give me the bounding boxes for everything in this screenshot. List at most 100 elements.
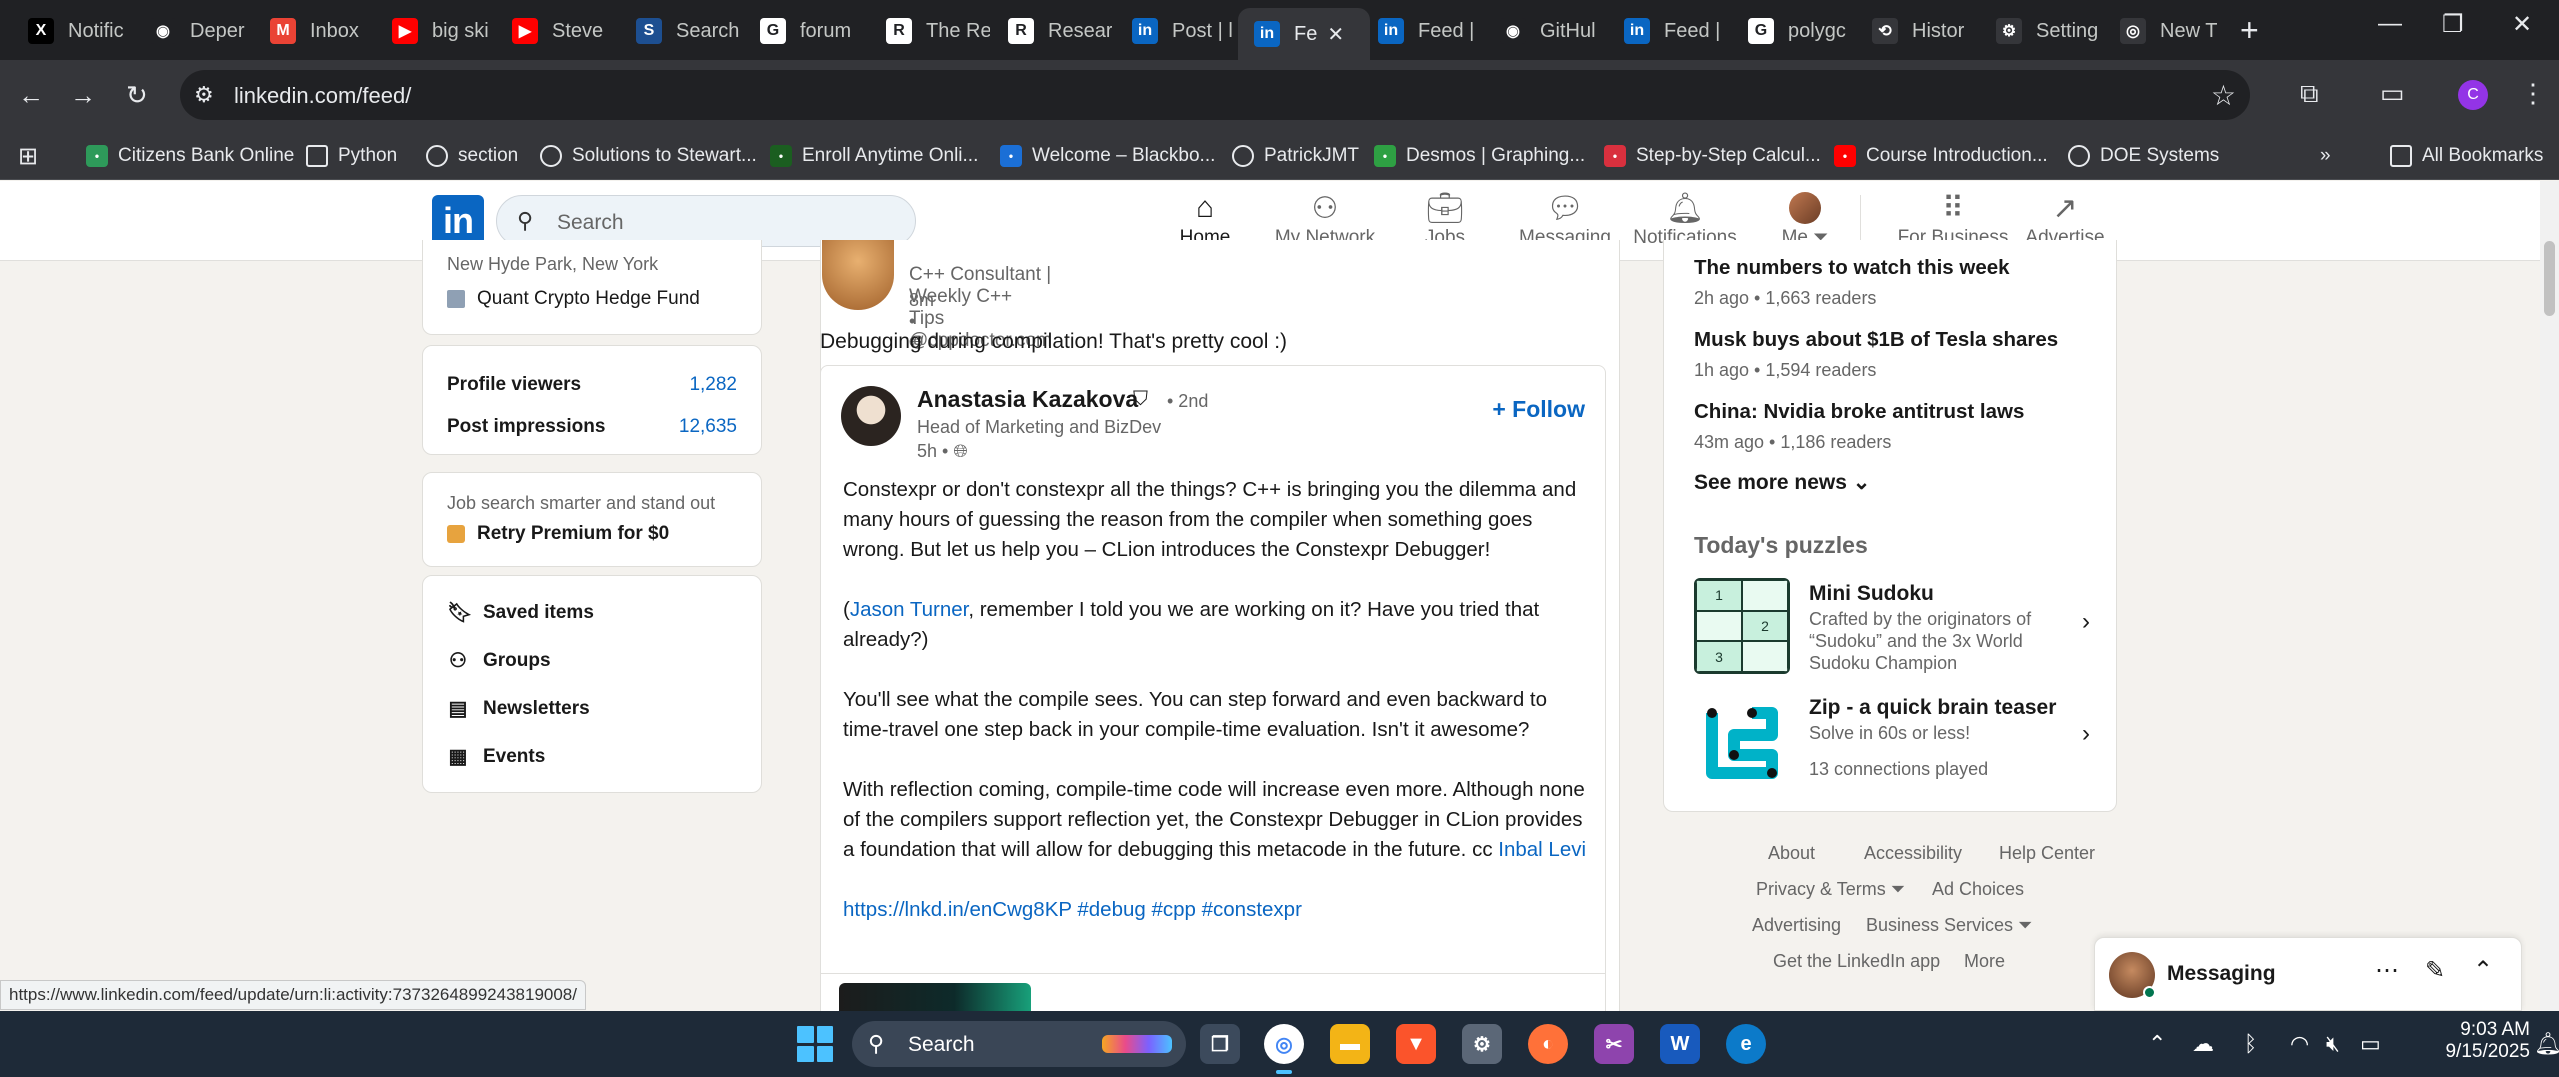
url-text[interactable]: linkedin.com/feed/ [234, 83, 411, 109]
more-bookmarks-icon[interactable]: » [2320, 132, 2331, 180]
puzzle-title[interactable]: Zip - a quick brain teaser [1809, 696, 2056, 720]
forward-icon[interactable]: → [70, 80, 96, 111]
mention-link[interactable]: Inbal Levi [1498, 838, 1586, 861]
chevron-up-icon[interactable]: ⌃ [2473, 956, 2493, 985]
battery-icon[interactable]: ▭ [2360, 1031, 2381, 1057]
bluetooth-icon[interactable]: ᛒ [2244, 1031, 2257, 1057]
site-info-icon[interactable]: ⚙ [194, 82, 214, 108]
file-explorer-icon[interactable]: ▬ [1330, 1024, 1370, 1064]
news-item-title[interactable]: China: Nvidia broke antitrust laws [1694, 400, 2024, 424]
edge-icon[interactable]: e [1726, 1024, 1766, 1064]
reload-icon[interactable]: ↻ [126, 80, 148, 111]
profile-company[interactable]: Quant Crypto Hedge Fund [447, 288, 700, 310]
news-item-title[interactable]: Musk buys about $1B of Tesla shares [1694, 328, 2058, 352]
author-avatar[interactable] [822, 240, 894, 310]
bookmark-item[interactable]: • Desmos | Graphing... [1374, 132, 1585, 180]
page-scrollbar[interactable] [2540, 181, 2559, 1011]
bookmark-item[interactable]: section [426, 132, 518, 180]
bookmark-item[interactable]: Python [306, 132, 397, 180]
vscode-icon[interactable]: ✂ [1594, 1024, 1634, 1064]
compose-icon[interactable]: ✎ [2425, 956, 2445, 985]
events-link[interactable]: ▦ Events [447, 744, 546, 769]
follow-button[interactable]: + Follow [1492, 396, 1585, 423]
browser-tab[interactable]: in Feed | [1378, 8, 1482, 54]
bookmark-star-icon[interactable]: ☆ [2211, 79, 2236, 112]
back-icon[interactable]: ← [18, 80, 44, 111]
bookmark-item[interactable]: Solutions to Stewart... [540, 132, 757, 180]
chevron-up-icon[interactable]: ⌃ [2148, 1031, 2166, 1057]
chevron-right-icon[interactable]: › [2082, 608, 2090, 636]
zip-puzzle-thumbnail[interactable] [1694, 695, 1790, 791]
chevron-right-icon[interactable]: › [2082, 720, 2090, 748]
bookmark-item[interactable]: • Welcome – Blackbo... [1000, 132, 1215, 180]
messaging-overlay[interactable]: Messaging ⋯ ✎ ⌃ [2094, 937, 2522, 1011]
browser-tab[interactable]: R The Re [886, 8, 990, 54]
bookmark-item[interactable]: • Citizens Bank Online [86, 132, 294, 180]
groups-link[interactable]: ⚇ Groups [447, 648, 551, 673]
footer-app-link[interactable]: Get the LinkedIn app [1773, 951, 1940, 972]
mini-sudoku-thumbnail[interactable]: 1 2 3 [1694, 578, 1790, 674]
browser-tab[interactable]: ◉ GitHul [1500, 8, 1604, 54]
profile-avatar[interactable]: C [2458, 80, 2488, 110]
browser-tab[interactable]: ⟲ Histor [1872, 8, 1976, 54]
post-impressions-row[interactable]: Post impressions 12,635 [447, 416, 737, 438]
browser-tab[interactable]: X Notific [28, 8, 132, 54]
task-view-icon[interactable]: ❐ [1200, 1024, 1240, 1064]
all-bookmarks-folder[interactable]: All Bookmarks [2390, 132, 2543, 180]
footer-accessibility-link[interactable]: Accessibility [1864, 843, 1962, 864]
browser-tab[interactable]: M Inbox [270, 8, 374, 54]
onedrive-icon[interactable]: ☁ [2192, 1031, 2214, 1057]
volume-muted-icon[interactable]: 🔇︎ [2326, 1031, 2340, 1057]
footer-more-link[interactable]: More [1964, 951, 2005, 972]
bookmark-item[interactable]: DOE Systems [2068, 132, 2219, 180]
apps-grid-icon[interactable]: ⊞ [18, 132, 38, 180]
new-tab-icon[interactable]: + [2240, 12, 2259, 49]
word-icon[interactable]: W [1660, 1024, 1700, 1064]
extensions-icon[interactable]: ⧉ [2300, 78, 2319, 110]
post-image-thumbnail[interactable] [839, 983, 1031, 1013]
cast-icon[interactable]: ▭ [2380, 78, 2405, 109]
address-bar[interactable]: ⚙ linkedin.com/feed/ ☆ [180, 70, 2250, 120]
close-window-icon[interactable]: ✕ [2512, 10, 2532, 39]
footer-adchoices-link[interactable]: Ad Choices [1932, 879, 2024, 900]
notifications-icon[interactable]: 🔔︎ [2534, 1031, 2559, 1057]
bookmark-item[interactable]: • Enroll Anytime Onli... [770, 132, 978, 180]
newsletters-link[interactable]: ▤ Newsletters [447, 696, 590, 721]
browser-tab[interactable]: ⚙ Setting [1996, 8, 2100, 54]
browser-tab[interactable]: in Feed | [1624, 8, 1728, 54]
browser-tab[interactable]: ◉ Deper [150, 8, 254, 54]
settings-taskbar-icon[interactable]: ⚙ [1462, 1024, 1502, 1064]
post-link-hashtags[interactable]: https://lnkd.in/enCwg8KP #debug #cpp #co… [843, 895, 1593, 925]
see-more-news-button[interactable]: See more news ⌄ [1694, 470, 1870, 495]
close-tab-icon[interactable]: ✕ [1327, 22, 1344, 47]
windows-start-icon[interactable] [797, 1026, 833, 1062]
more-options-icon[interactable]: ⋯ [2375, 956, 2399, 985]
footer-advertising-link[interactable]: Advertising [1752, 915, 1841, 936]
firefox-icon[interactable]: ◐ [1528, 1024, 1568, 1064]
premium-card[interactable]: Job search smarter and stand out Retry P… [422, 472, 762, 567]
shared-author-name[interactable]: Anastasia Kazakova [917, 386, 1138, 413]
bookmark-item[interactable]: PatrickJMT [1232, 132, 1359, 180]
shared-post[interactable]: Anastasia Kazakova ⛉ • 2nd Head of Marke… [820, 365, 1606, 1040]
profile-viewers-row[interactable]: Profile viewers 1,282 [447, 374, 737, 396]
browser-tab[interactable]: ▶ big ski [392, 8, 496, 54]
bookmark-item[interactable]: • Step-by-Step Calcul... [1604, 132, 1821, 180]
minimize-icon[interactable]: — [2378, 10, 2402, 38]
browser-tab[interactable]: ▶ Steve [512, 8, 616, 54]
browser-tab[interactable]: R Resear [1008, 8, 1112, 54]
taskbar-search[interactable]: ⚲ Search [852, 1021, 1186, 1067]
chrome-taskbar-icon[interactable]: ◎ [1264, 1024, 1304, 1074]
bookmark-item[interactable]: • Course Introduction... [1834, 132, 2048, 180]
browser-tab[interactable]: in Post | l [1132, 8, 1236, 54]
browser-tab[interactable]: in Fe ✕ [1238, 8, 1370, 60]
news-item-title[interactable]: The numbers to watch this week [1694, 256, 2010, 280]
puzzle-title[interactable]: Mini Sudoku [1809, 582, 1934, 606]
footer-business-link[interactable]: Business Services ⏷ [1866, 915, 2032, 936]
wifi-icon[interactable]: ◠ [2290, 1031, 2309, 1057]
footer-help-link[interactable]: Help Center [1999, 843, 2095, 864]
shared-author-avatar[interactable] [841, 386, 901, 446]
system-clock[interactable]: 9:03 AM 9/15/2025 [2440, 1019, 2530, 1063]
footer-privacy-link[interactable]: Privacy & Terms ⏷ [1756, 879, 1905, 900]
browser-tab[interactable]: S Search [636, 8, 740, 54]
menu-kebab-icon[interactable]: ⋮ [2520, 78, 2546, 109]
